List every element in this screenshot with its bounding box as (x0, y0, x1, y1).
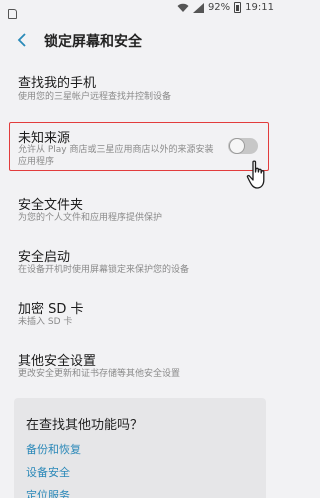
status-bar: 92% 19:11 (0, 0, 280, 19)
setting-find-my-mobile[interactable]: 查找我的手机 使用您的三星帐户远程查找并控制设备 (0, 62, 280, 110)
setting-encrypt-sd-card[interactable]: 加密 SD 卡 未插入 SD 卡 (0, 290, 280, 338)
setting-title: 安全启动 (18, 250, 71, 265)
link-device-security[interactable]: 设备安全 (26, 464, 70, 480)
setting-title: 加密 SD 卡 (18, 302, 84, 317)
app-bar: 锁定屏幕和安全 (0, 18, 280, 62)
setting-secure-startup[interactable]: 安全启动 在设备开机时使用屏幕锁定来保护您的设备 (0, 238, 280, 286)
battery-icon (234, 2, 242, 13)
setting-subtitle: 更改安全更新和证书存储等其他安全设置 (18, 369, 181, 379)
setting-subtitle: 允许从 Play 商店或三星应用商店以外的来源安装应用程序 (18, 145, 214, 167)
setting-subtitle: 为您的个人文件和应用程序提供保护 (18, 213, 163, 223)
setting-subtitle: 未插入 SD 卡 (18, 317, 73, 327)
setting-title: 查找我的手机 (18, 76, 97, 91)
setting-title: 其他安全设置 (18, 354, 97, 369)
battery-percent: 92% (207, 2, 231, 13)
setting-secure-folder[interactable]: 安全文件夹 为您的个人文件和应用程序提供保护 (0, 186, 280, 234)
setting-other-security[interactable]: 其他安全设置 更改安全更新和证书存储等其他安全设置 (0, 342, 280, 390)
setting-subtitle: 在设备开机时使用屏幕锁定来保护您的设备 (18, 265, 190, 275)
suggestion-card: 在查找其他功能吗？ 备份和恢复 设备安全 定位服务 (14, 398, 266, 498)
unknown-sources-toggle[interactable] (228, 138, 258, 154)
suggestion-heading: 在查找其他功能吗？ (26, 418, 144, 433)
toggle-knob (229, 138, 245, 154)
signal-icon (192, 2, 204, 13)
setting-title: 安全文件夹 (18, 198, 84, 213)
back-button[interactable] (12, 30, 32, 50)
clock: 19:11 (245, 2, 274, 13)
setting-subtitle: 使用您的三星帐户远程查找并控制设备 (18, 92, 172, 102)
wifi-icon (177, 3, 189, 12)
link-backup-restore[interactable]: 备份和恢复 (26, 441, 81, 457)
link-location[interactable]: 定位服务 (26, 487, 70, 498)
page-title: 锁定屏幕和安全 (44, 34, 142, 50)
chevron-left-icon (17, 33, 26, 47)
